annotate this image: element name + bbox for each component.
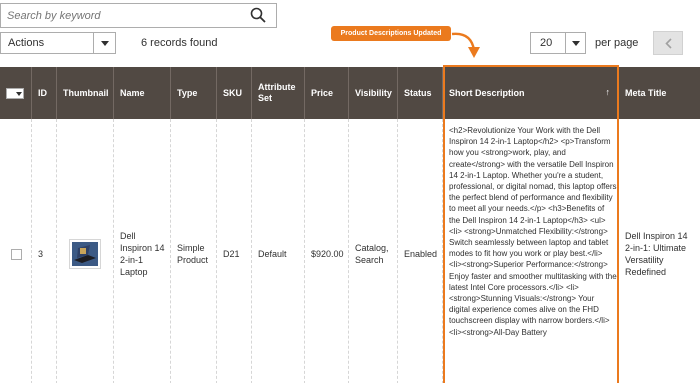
- cell-id: 3: [32, 119, 57, 383]
- previous-page-button[interactable]: [653, 31, 683, 55]
- short-description-text: <h2>Revolutionize Your Work with the Del…: [449, 126, 617, 337]
- cell-name: Dell Inspiron 14 2-in-1 Laptop: [114, 119, 171, 383]
- cell-sku: D21: [217, 119, 252, 383]
- chevron-left-icon: [664, 37, 672, 49]
- column-header-short-description[interactable]: Short Description ↑: [443, 67, 619, 119]
- chevron-down-icon[interactable]: [565, 33, 585, 53]
- search-box: [0, 3, 277, 28]
- per-page-value: 20: [540, 37, 553, 49]
- column-header-visibility[interactable]: Visibility: [349, 67, 398, 119]
- records-found: 6 records found: [141, 37, 218, 49]
- search-icon[interactable]: [250, 7, 266, 23]
- column-header-name[interactable]: Name: [114, 67, 171, 119]
- callout-arrow-icon: [451, 32, 480, 58]
- mass-select-header[interactable]: [0, 67, 32, 119]
- column-header-sku[interactable]: SKU: [217, 67, 252, 119]
- per-page-label: per page: [595, 37, 639, 49]
- mass-select-checkbox[interactable]: [6, 87, 24, 99]
- column-header-attribute-set[interactable]: Attribute Set: [252, 67, 305, 119]
- column-header-meta-title[interactable]: Meta Title: [619, 67, 700, 119]
- callout-badge: Product Descriptions Updated: [331, 26, 451, 41]
- grid-header: ID Thumbnail Name Type SKU Attribute Set…: [0, 67, 700, 119]
- column-header-short-description-label: Short Description: [449, 87, 525, 98]
- column-header-price[interactable]: Price: [305, 67, 349, 119]
- row-checkbox[interactable]: [11, 248, 22, 260]
- actions-label: Actions: [8, 37, 45, 49]
- cell-status: Enabled: [398, 119, 443, 383]
- column-header-status[interactable]: Status: [398, 67, 443, 119]
- cell-meta-title: Dell Inspiron 14 2-in-1: Ultimate Versat…: [625, 231, 688, 277]
- product-thumbnail-image[interactable]: [69, 239, 101, 269]
- per-page-select[interactable]: 20: [530, 32, 586, 54]
- column-header-thumbnail: Thumbnail: [57, 67, 114, 119]
- column-header-type[interactable]: Type: [171, 67, 217, 119]
- actions-select[interactable]: Actions: [0, 32, 116, 54]
- cell-price: $920.00: [305, 119, 349, 383]
- chevron-down-icon[interactable]: [93, 33, 115, 53]
- search-input[interactable]: [7, 8, 237, 24]
- cell-thumbnail: [57, 119, 114, 383]
- sort-arrow-icon: ↑: [605, 87, 611, 97]
- cell-attribute-set: Default: [252, 119, 305, 383]
- cell-visibility: Catalog, Search: [349, 119, 398, 383]
- row-select-cell: [0, 119, 32, 383]
- column-header-id[interactable]: ID: [32, 67, 57, 119]
- cell-type: Simple Product: [171, 119, 217, 383]
